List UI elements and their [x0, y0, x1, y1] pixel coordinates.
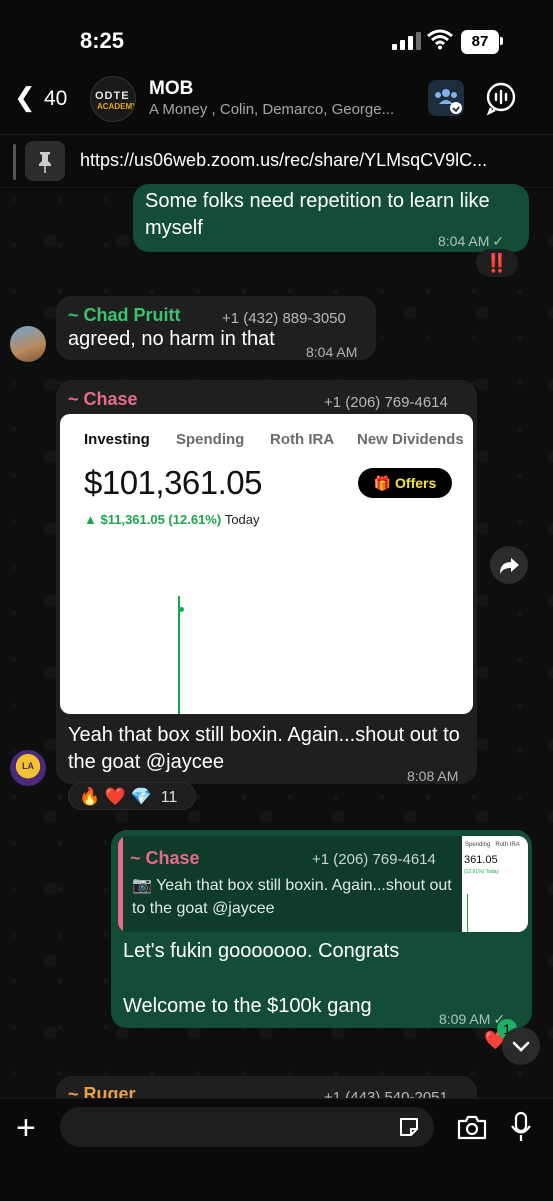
battery-nub: [500, 37, 503, 45]
sticker-icon[interactable]: [397, 1115, 421, 1139]
quoted-phone: +1 (206) 769-4614: [312, 851, 436, 868]
message-input[interactable]: [60, 1107, 434, 1147]
message-text-line1: Let's fukin gooooooo. Congrats: [123, 940, 400, 962]
sender-name[interactable]: ~ Chase: [68, 386, 138, 413]
pinned-message-bar[interactable]: https://us06web.zoom.us/rec/share/YLMsqC…: [0, 134, 553, 188]
quoted-reply[interactable]: ~ Chase +1 (206) 769-4614 📷 Yeah that bo…: [118, 836, 528, 932]
reaction-emojis: 🔥 ❤️ 💎: [79, 787, 152, 806]
account-balance: $101,361.05: [84, 464, 263, 501]
pinned-link[interactable]: https://us06web.zoom.us/rec/share/YLMsqC…: [80, 150, 540, 171]
status-bar: 8:25 87: [0, 0, 553, 70]
back-unread-count[interactable]: 40: [44, 87, 67, 111]
microphone-icon[interactable]: [508, 1111, 534, 1143]
reactions-bar[interactable]: 🔥 ❤️ 💎 11: [68, 782, 196, 810]
group-avatar-text: ODTE: [95, 90, 130, 102]
thumb-balance: 361.05: [464, 854, 498, 866]
message-text: agreed, no harm in that: [68, 328, 275, 350]
plus-icon[interactable]: +: [16, 1111, 36, 1145]
back-chevron-icon[interactable]: ❮: [14, 82, 36, 113]
voice-chat-button[interactable]: [483, 80, 519, 116]
community-icon: [435, 89, 462, 114]
offers-button: 🎁 Offers: [358, 468, 452, 498]
pinned-indicator: [13, 144, 16, 180]
chevron-down-icon: [512, 1041, 530, 1052]
sender-name[interactable]: ~ Chad Pruitt: [68, 302, 181, 329]
avatar-chase[interactable]: LA: [10, 750, 46, 786]
scroll-to-bottom-button[interactable]: [502, 1027, 540, 1065]
signal-icon: [392, 32, 422, 50]
message-reaction[interactable]: ‼️: [476, 249, 518, 277]
tab-investing: Investing: [84, 431, 150, 448]
portfolio-chart-line: [178, 596, 180, 714]
camera-icon[interactable]: [456, 1113, 488, 1141]
battery-icon: 87: [461, 30, 499, 54]
brokerage-screenshot-image[interactable]: Investing Spending Roth IRA New Dividend…: [60, 414, 473, 714]
tab-new-dividends: New Dividends: [357, 431, 464, 448]
quoted-text: 📷 Yeah that box still boxin. Again...sho…: [132, 877, 452, 917]
pin-icon: [25, 141, 65, 181]
quoted-reply-accent: [118, 836, 123, 932]
avatar-chase-mark: LA: [22, 761, 34, 771]
audio-wave-icon: [486, 82, 516, 116]
message-time: 8:04 AM: [306, 344, 358, 360]
tab-spending: Spending: [176, 431, 245, 448]
thumb-tabs: Spending Roth IRA: [465, 842, 520, 848]
tab-roth-ira: Roth IRA: [270, 431, 335, 448]
message-time: 8:08 AM: [407, 768, 459, 784]
portfolio-chart-dot: [179, 607, 184, 612]
message-text-line2: Welcome to the $100k gang: [123, 995, 372, 1017]
quoted-image-thumbnail: Spending Roth IRA 361.05 (12.61%) Today: [462, 836, 528, 932]
sender-phone: +1 (206) 769-4614: [324, 394, 448, 411]
message-time: 8:09 AM ✓: [439, 1011, 506, 1027]
camera-small-icon: 📷: [132, 877, 157, 894]
composer-bar: +: [0, 1098, 553, 1201]
group-title[interactable]: MOB: [149, 78, 193, 100]
status-time: 8:25: [80, 28, 125, 53]
group-avatar[interactable]: ODTE ACADEMY: [90, 76, 136, 122]
message-bubble-incoming[interactable]: ~ Chad Pruitt +1 (432) 889-3050 agreed, …: [56, 296, 376, 360]
forward-button[interactable]: [490, 546, 528, 584]
quoted-sender: ~ Chase: [130, 848, 200, 868]
balance-change: ▲ $11,361.05 (12.61%) Today: [84, 512, 260, 527]
avatar-chad[interactable]: [10, 326, 46, 362]
chat-header: ❮ 40 ODTE ACADEMY MOB A Money , Colin, D…: [0, 70, 553, 132]
group-avatar-subtext: ACADEMY: [97, 102, 136, 111]
wifi-icon: [427, 29, 453, 50]
share-arrow-icon: [500, 558, 519, 574]
reaction-count: 11: [160, 789, 178, 806]
message-bubble-outgoing[interactable]: Some folks need repetition to learn like…: [133, 184, 529, 252]
thumb-chart-line: [467, 894, 468, 932]
thumb-change: (12.61%) Today: [464, 869, 499, 875]
community-button[interactable]: [428, 80, 464, 116]
group-members[interactable]: A Money , Colin, Demarco, George...: [149, 101, 409, 118]
